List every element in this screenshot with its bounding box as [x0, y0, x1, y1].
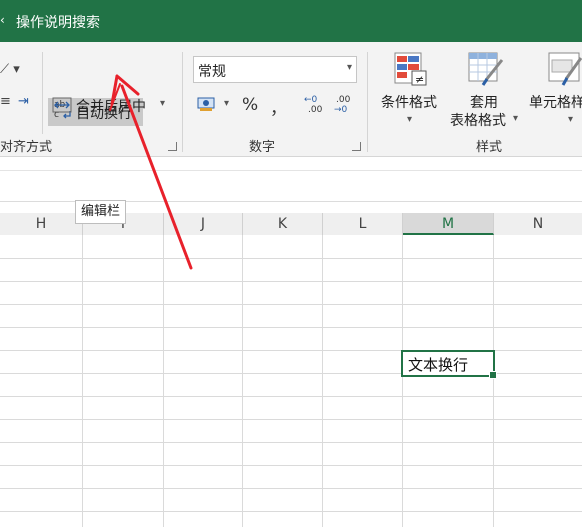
tell-me-search[interactable]: 操作说明搜索: [16, 12, 100, 32]
column-header-m[interactable]: M: [403, 213, 494, 235]
orientation-icon[interactable]: ⟋ ▾: [0, 62, 20, 77]
format-as-table-line2: 表格格式: [450, 113, 506, 129]
increase-indent-icon[interactable]: ⇥: [18, 94, 29, 109]
grid-line: [0, 442, 582, 443]
separator: [42, 52, 43, 134]
chevron-down-icon[interactable]: ▾: [224, 98, 229, 109]
fill-handle[interactable]: [489, 371, 497, 379]
column-header-h[interactable]: H: [0, 213, 83, 235]
ribbon: ⟋ ▾ ≡ ⇥ ab c 自动换行 合并后居中 ▾ 对齐方式 常规 ▾ ▾ % …: [0, 42, 582, 157]
grid-line: [0, 488, 582, 489]
title-bar: ‹ 操作说明搜索: [0, 0, 582, 42]
increase-decimal-button[interactable]: ←0 .00: [302, 95, 324, 117]
grid-line: [0, 419, 582, 420]
align-right-icon[interactable]: ≡: [0, 94, 11, 109]
grid-line: [402, 235, 403, 527]
number-format-value: 常规: [198, 64, 226, 80]
conditional-formatting-label: 条件格式: [381, 95, 437, 111]
grid-line: [163, 235, 164, 527]
chevron-icon[interactable]: ‹: [0, 13, 7, 27]
comma-style-button[interactable]: ，: [270, 94, 287, 119]
column-header-k[interactable]: K: [243, 213, 323, 235]
formula-bar[interactable]: [0, 170, 582, 202]
cell-styles-label: 单元格样: [529, 95, 582, 111]
alignment-group-label: 对齐方式: [0, 140, 53, 155]
cell-styles-button[interactable]: 单元格样 ▾: [528, 50, 582, 132]
grid-line: [0, 304, 582, 305]
number-dialog-launcher-icon[interactable]: [352, 142, 361, 151]
grid-line: [242, 235, 243, 527]
annotation-arrow: [109, 74, 193, 270]
number-format-select[interactable]: 常规 ▾: [193, 56, 357, 83]
grid-line: [0, 465, 582, 466]
decrease-decimal-button[interactable]: .00 →0: [332, 95, 354, 117]
cell-styles-icon: [548, 52, 582, 86]
format-as-table-icon: [468, 52, 504, 86]
active-cell-m[interactable]: 文本换行: [401, 350, 495, 377]
accounting-format-icon[interactable]: [197, 96, 217, 112]
chevron-down-icon[interactable]: ▾: [407, 114, 412, 125]
chevron-down-icon[interactable]: ▾: [568, 114, 573, 125]
cell-text: 文本换行: [408, 356, 469, 374]
merge-center-icon: [52, 97, 72, 113]
grid-line: [322, 235, 323, 527]
column-header-n[interactable]: N: [494, 213, 582, 235]
grid-line: [493, 235, 494, 527]
column-header-l[interactable]: L: [323, 213, 403, 235]
grid-line: [0, 511, 582, 512]
grid-line: [0, 258, 582, 259]
conditional-formatting-icon: ≠: [394, 52, 427, 86]
format-as-table-line1: 套用: [470, 95, 498, 111]
number-group-label: 数字: [249, 140, 276, 155]
cell-grid[interactable]: [0, 235, 582, 527]
grid-line: [82, 235, 83, 527]
grid-line: [0, 396, 582, 397]
svg-text:≠: ≠: [415, 73, 424, 86]
chevron-down-icon[interactable]: ▾: [513, 113, 518, 124]
grid-line: [0, 281, 582, 282]
separator: [367, 52, 368, 152]
format-as-table-button[interactable]: 套用 表格格式 ▾: [450, 50, 522, 132]
percent-style-button[interactable]: %: [242, 95, 258, 115]
grid-line: [0, 327, 582, 328]
chevron-down-icon[interactable]: ▾: [347, 62, 352, 73]
conditional-formatting-button[interactable]: ≠ 条件格式 ▾: [378, 50, 444, 132]
styles-group-label: 样式: [476, 140, 503, 155]
